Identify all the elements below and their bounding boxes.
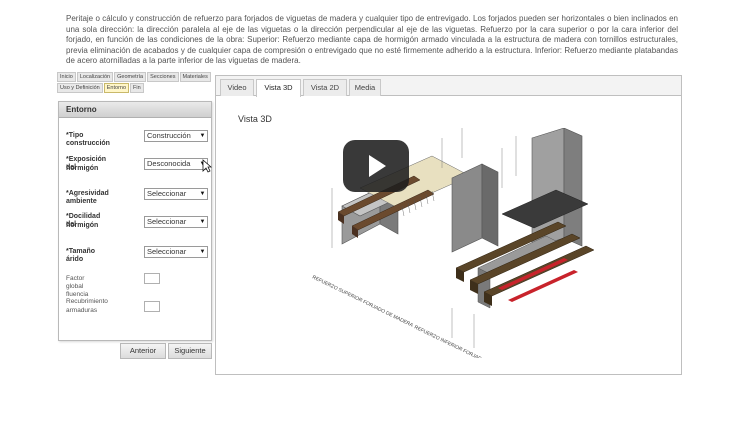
wizard-tabs: Inicio Localización Geometría Secciones …: [57, 72, 213, 93]
view-tabbar: Video Vista 3D Vista 2D Media: [216, 76, 681, 97]
view-panel: Video Vista 3D Vista 2D Media Vista 3D R…: [215, 75, 682, 375]
select-value: Seleccionar: [147, 247, 187, 256]
view-title: Vista 3D: [238, 114, 272, 124]
siguiente-button[interactable]: Siguiente: [168, 343, 212, 359]
select-value: Seleccionar: [147, 217, 187, 226]
wizard-tab-uso[interactable]: Uso y Definición: [57, 83, 103, 93]
docilidad-select[interactable]: Seleccionar ▼: [144, 216, 208, 228]
wizard-tab-materiales[interactable]: Materiales: [179, 72, 211, 82]
dropdown-arrow-icon: ▼: [198, 247, 207, 257]
select-value: Seleccionar: [147, 189, 187, 198]
drawing-label-top: REFUERZO SUPERIOR FORJADO DE MADERA: [311, 274, 414, 329]
wizard-panel: Inicio Localización Geometría Secciones …: [57, 72, 213, 372]
dropdown-arrow-icon: ▼: [198, 131, 207, 141]
factor-fluencia-input[interactable]: [144, 273, 160, 284]
field-label: Factor global fluencia: [66, 275, 89, 298]
tab-vista-2d[interactable]: Vista 2D: [303, 79, 347, 96]
form-title: Entorno: [59, 102, 211, 118]
field-label: Recubrimiento: [66, 298, 108, 305]
field-label: *Tipo construcción: [66, 132, 110, 147]
wizard-tab-inicio[interactable]: Inicio: [57, 72, 76, 82]
wizard-tab-secciones[interactable]: Secciones: [147, 72, 179, 82]
play-icon: [369, 155, 386, 177]
exposicion-select[interactable]: Desconocida ▼: [144, 158, 208, 170]
anterior-button[interactable]: Anterior: [120, 343, 166, 359]
drawing-label-bottom: REFUERZO INFERIOR FORJADO DE MADERA: [413, 324, 514, 358]
field-label: *Tamaño árido: [66, 248, 96, 263]
tamano-arido-select[interactable]: Seleccionar ▼: [144, 246, 208, 258]
select-value: Desconocida: [147, 159, 191, 168]
wizard-tab-fin[interactable]: Fin: [130, 83, 144, 93]
tipo-construccion-select[interactable]: Construcción ▼: [144, 130, 208, 142]
wizard-tab-entorno[interactable]: Entorno: [103, 83, 130, 93]
field-label-line2: hormigón: [66, 222, 99, 229]
agresividad-select[interactable]: Seleccionar ▼: [144, 188, 208, 200]
select-value: Construcción: [147, 131, 191, 140]
entorno-form: Entorno *Tipo construcción Construcción …: [58, 101, 212, 341]
tab-video[interactable]: Video: [220, 79, 254, 96]
dropdown-arrow-icon: ▼: [198, 189, 207, 199]
field-label-line2: hormigón: [66, 165, 99, 172]
recubrimiento-input[interactable]: [144, 301, 160, 312]
wizard-tab-localizacion[interactable]: Localización: [76, 72, 114, 82]
wizard-tab-geometria[interactable]: Geometría: [114, 72, 147, 82]
tab-vista-3d[interactable]: Vista 3D: [256, 79, 301, 97]
field-label-line2: armaduras: [66, 307, 98, 314]
video-play-button[interactable]: [343, 140, 409, 192]
field-label: *Agresividad ambiente: [66, 190, 109, 205]
dropdown-arrow-icon: ▼: [198, 217, 207, 227]
tab-media[interactable]: Media: [349, 79, 381, 96]
mouse-cursor-icon: [202, 159, 212, 173]
intro-text: Peritaje o cálculo y construcción de ref…: [66, 14, 678, 65]
